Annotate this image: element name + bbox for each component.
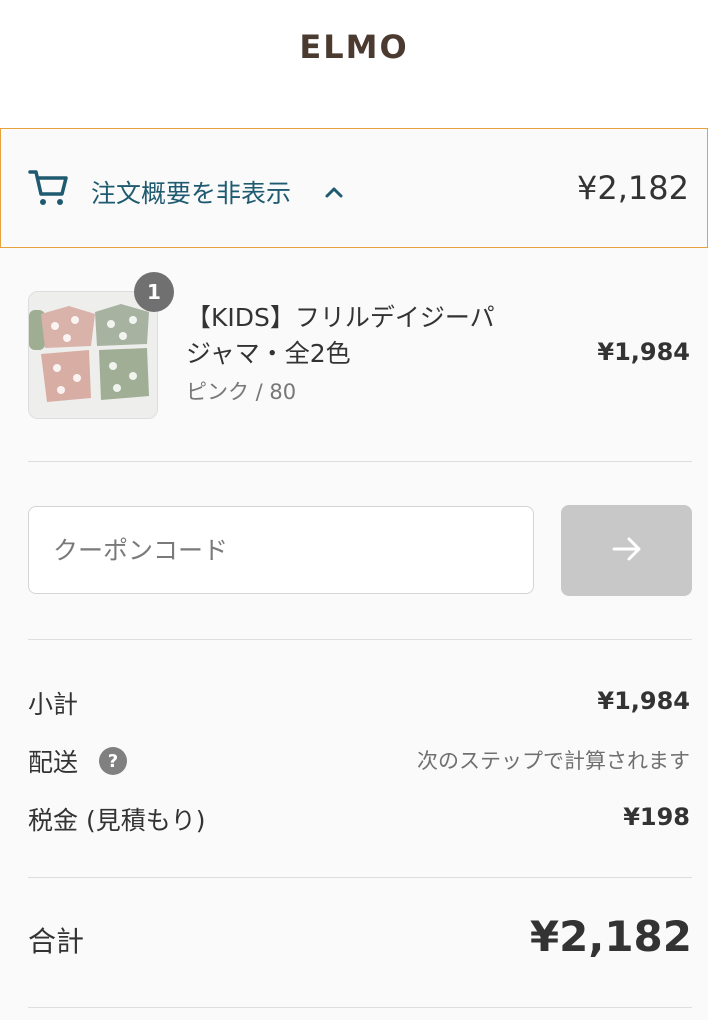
product-variant: ピンク / 80 [186, 380, 297, 404]
arrow-right-icon [609, 531, 645, 571]
divider [28, 1007, 692, 1008]
product-title-line: 【KIDS】フリルデイジーパ [186, 303, 495, 332]
tax-label: 税金 (見積もり) [28, 806, 206, 835]
divider [28, 461, 692, 462]
product-title: 【KIDS】フリルデイジーパ ジャマ・全2色 [186, 300, 546, 372]
order-summary-toggle-label[interactable]: 注文概要を非表示 [91, 174, 291, 210]
question-icon[interactable]: ? [99, 747, 127, 775]
product-thumbnail [28, 291, 158, 419]
total-label: 合計 [28, 925, 85, 958]
order-summary-toggle[interactable]: 注文概要を非表示 ¥2,182 [0, 128, 708, 248]
header: ELMO [0, 0, 708, 128]
tax-value: ¥198 [623, 803, 690, 831]
product-price: ¥1,984 [597, 338, 690, 366]
product-title-line: ジャマ・全2色 [186, 339, 351, 368]
shipping-value: 次のステップで計算されます [417, 749, 690, 773]
divider [28, 877, 692, 878]
cart-icon [27, 165, 71, 209]
apply-coupon-button[interactable] [561, 505, 692, 596]
subtotal-value: ¥1,984 [597, 687, 690, 715]
store-logo[interactable]: ELMO [0, 28, 708, 66]
order-summary-total: ¥2,182 [577, 169, 689, 207]
chevron-up-icon[interactable] [323, 181, 345, 203]
quantity-badge: 1 [134, 272, 174, 312]
total-value: ¥2,182 [529, 912, 692, 961]
order-summary-panel: 1 【KIDS】フリルデイジーパ ジャマ・全2色 ピンク / 80 ¥1,984… [0, 248, 708, 1020]
subtotal-label: 小計 [28, 690, 79, 719]
shipping-label: 配送 [28, 748, 79, 777]
divider [28, 639, 692, 640]
coupon-code-input[interactable] [28, 506, 534, 594]
